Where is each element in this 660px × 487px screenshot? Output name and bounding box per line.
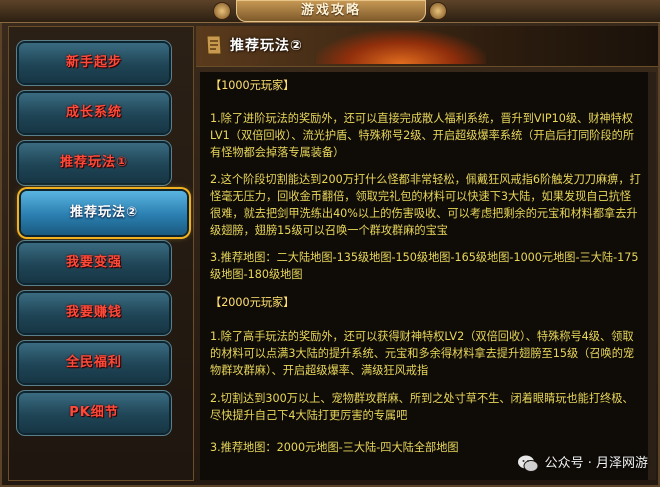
tier1-paragraph-2: 2.这个阶段切割能达到200万打什么怪都非常轻松，佩戴狂风戒指6阶触发刀刀麻痹，… (210, 173, 641, 237)
tier2-title: 【2000元玩家】 (210, 296, 295, 309)
content-header: 推荐玩法② (196, 26, 658, 67)
scrollbar[interactable] (648, 72, 656, 480)
flame-decoration (316, 30, 486, 64)
title-bar: 游戏攻略 (0, 0, 660, 23)
window-title: 游戏攻略 (236, 0, 426, 22)
scroll-icon (206, 35, 222, 55)
wechat-icon (517, 455, 539, 472)
tier2-paragraph-2: 2.切割达到300万以上、宠物群攻群麻、所到之处寸草不生、闭着眼睛玩也能打终极、… (210, 392, 634, 422)
sidebar-item-welfare[interactable]: 全民福利 (19, 343, 169, 383)
sidebar: 新手起步 成长系统 推荐玩法① 推荐玩法② 我要变强 我要赚钱 全民福利 PK细… (8, 26, 194, 481)
guide-content: 【1000元玩家】 1.除了进阶玩法的奖励外，还可以直接完成散人福利系统，晋升到… (200, 72, 648, 480)
sidebar-item-newbie[interactable]: 新手起步 (19, 43, 169, 83)
sidebar-item-recommend-1[interactable]: 推荐玩法① (19, 143, 169, 183)
sidebar-item-make-money[interactable]: 我要赚钱 (19, 293, 169, 333)
sidebar-item-pk[interactable]: PK细节 (19, 393, 169, 433)
tier2-paragraph-1: 1.除了高手玩法的奖励外，还可以获得财神特权LV2（双倍回收）、特殊称号4级、领… (210, 330, 635, 377)
tier1-paragraph-1: 1.除了进阶玩法的奖励外，还可以直接完成散人福利系统，晋升到VIP10级、财神特… (210, 112, 635, 159)
content-title: 推荐玩法② (230, 38, 303, 54)
ornament-icon (214, 3, 230, 19)
watermark: 公众号 · 月泽网游 (517, 451, 648, 477)
sidebar-item-recommend-2[interactable]: 推荐玩法② (21, 191, 187, 235)
ornament-icon (430, 3, 446, 19)
tier1-paragraph-3: 3.推荐地图：二大陆地图-135级地图-150级地图-165级地图-1000元地… (210, 251, 639, 281)
sidebar-item-get-stronger[interactable]: 我要变强 (19, 243, 169, 283)
tier1-title: 【1000元玩家】 (210, 79, 295, 92)
sidebar-item-growth[interactable]: 成长系统 (19, 93, 169, 133)
watermark-text: 公众号 · 月泽网游 (544, 456, 648, 471)
